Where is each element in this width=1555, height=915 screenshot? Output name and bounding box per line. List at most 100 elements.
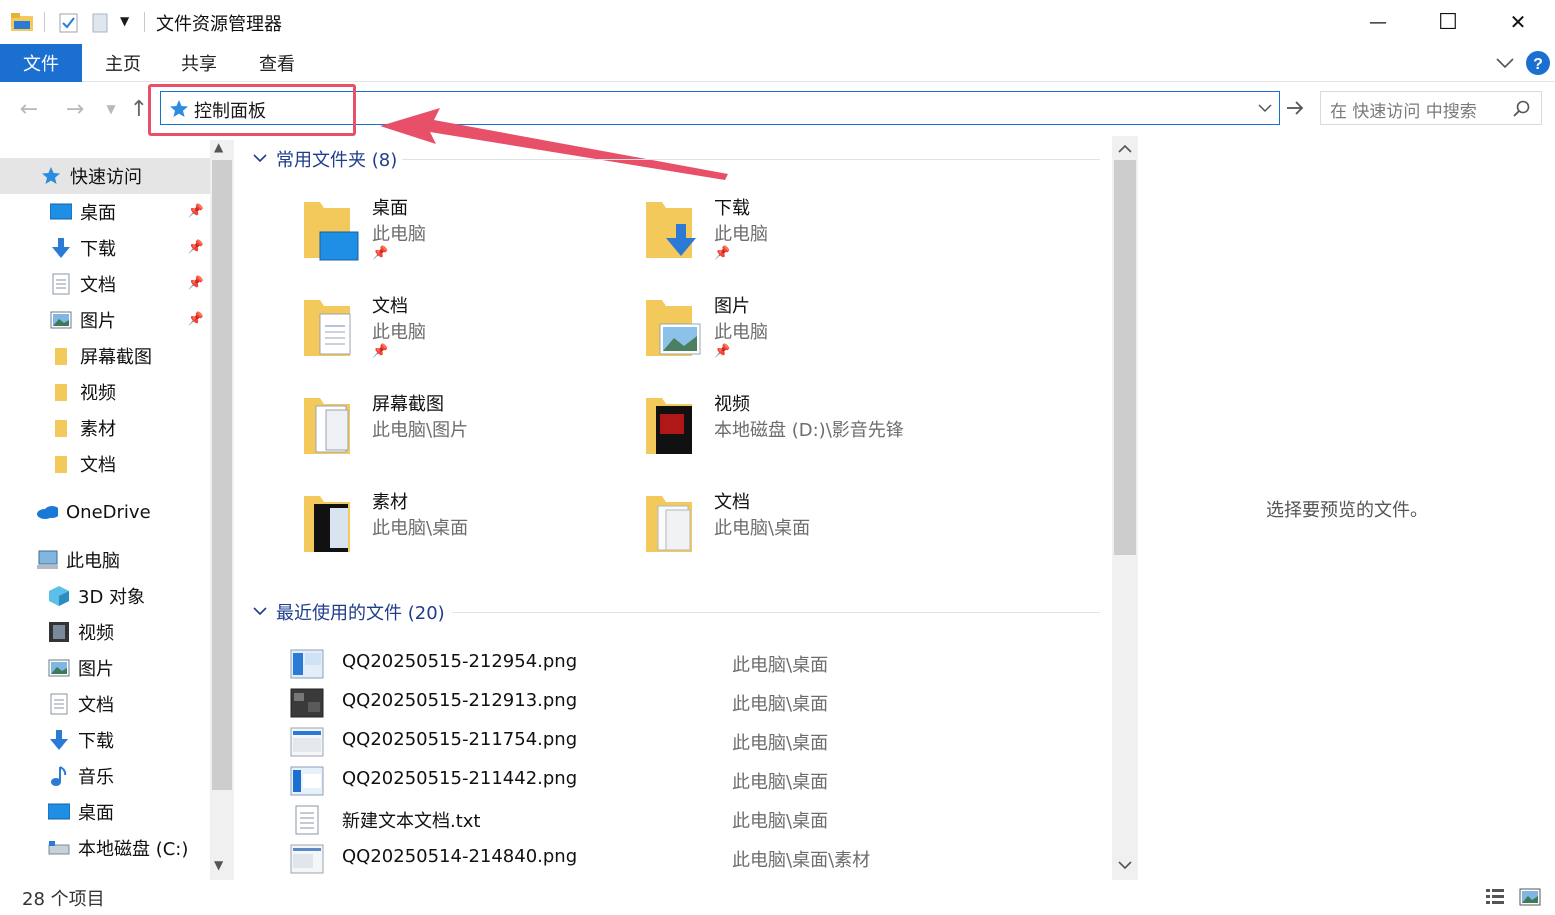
go-arrow-icon[interactable]	[1284, 97, 1306, 119]
recent-file-row[interactable]: QQ20250515-212954.png 此电脑\桌面	[290, 645, 1080, 681]
sidebar-item-folder[interactable]: 文档	[0, 446, 210, 482]
details-view-icon[interactable]	[1484, 886, 1506, 908]
explorer-app-icon[interactable]	[10, 12, 34, 32]
customize-quick-access-chevron-icon[interactable]: ▼	[120, 14, 129, 28]
sidebar-item-downloads[interactable]: 下载 📌	[0, 230, 210, 266]
picture-icon	[48, 657, 70, 679]
pin-icon[interactable]: 📌	[188, 240, 204, 255]
help-icon[interactable]: ?	[1525, 50, 1551, 76]
downloads-folder-icon	[646, 202, 696, 258]
folder-location: 此电脑\图片	[372, 420, 469, 441]
new-folder-icon[interactable]	[90, 12, 112, 34]
forward-arrow-icon[interactable]: →	[62, 96, 88, 122]
folder-tile-downloads[interactable]: 下载 此电脑 📌	[642, 194, 962, 284]
pin-icon[interactable]: 📌	[188, 276, 204, 291]
sidebar-item-onedrive[interactable]: OneDrive	[0, 494, 210, 530]
folder-tile-screenshots[interactable]: 屏幕截图 此电脑\图片	[300, 390, 620, 480]
pin-icon[interactable]: 📌	[188, 312, 204, 327]
folder-tile-video[interactable]: 视频 本地磁盘 (D:)\影音先锋	[642, 390, 962, 480]
pin-icon: 📌	[714, 344, 731, 359]
sidebar-item-documents[interactable]: 文档	[0, 686, 210, 722]
recent-files-header[interactable]: 最近使用的文件 (20)	[252, 597, 445, 627]
close-button[interactable]: ✕	[1483, 0, 1553, 44]
sidebar-item-label: 素材	[80, 419, 116, 440]
sidebar-item-label: 快速访问	[70, 167, 142, 188]
sidebar-item-video[interactable]: 视频	[0, 614, 210, 650]
sidebar-item-label: 此电脑	[66, 551, 120, 572]
sidebar-item-label: 桌面	[80, 203, 116, 224]
title-bar: ▼ 文件资源管理器 — ☐ ✕	[0, 0, 1555, 44]
collapse-chevron-icon	[253, 154, 267, 163]
sidebar-item-folder[interactable]: 视频	[0, 374, 210, 410]
sidebar-item-pictures[interactable]: 图片 📌	[0, 302, 210, 338]
minimize-icon: —	[1369, 11, 1387, 33]
search-icon[interactable]	[1513, 100, 1531, 118]
recent-locations-chevron-icon[interactable]: ▼	[98, 96, 124, 122]
folder-tile-materials[interactable]: 素材 此电脑\桌面	[300, 488, 620, 578]
png-thumbnail-icon	[290, 766, 324, 796]
sidebar-item-label: 视频	[80, 383, 116, 404]
folder-name: 桌面	[372, 198, 408, 219]
folder-tile-documents-desktop[interactable]: 文档 此电脑\桌面	[642, 488, 962, 578]
properties-icon[interactable]	[58, 12, 80, 34]
item-count: 28 个项目	[22, 889, 105, 910]
sidebar-item-local-disk-c[interactable]: 本地磁盘 (C:)	[0, 830, 210, 866]
address-dropdown-chevron-icon[interactable]	[1257, 103, 1273, 115]
sidebar-item-3d-objects[interactable]: 3D 对象	[0, 578, 210, 614]
folder-tile-pictures[interactable]: 图片 此电脑 📌	[642, 292, 962, 382]
folder-location: 此电脑	[372, 224, 426, 245]
group-divider	[452, 612, 1100, 613]
folder-name: 文档	[714, 492, 750, 513]
music-icon	[48, 765, 70, 787]
recent-file-row[interactable]: QQ20250515-212913.png 此电脑\桌面	[290, 684, 1080, 720]
recent-file-row[interactable]: QQ20250514-214840.png 此电脑\桌面\素材	[290, 840, 1080, 876]
sidebar-item-this-pc[interactable]: 此电脑	[0, 542, 210, 578]
file-location: 此电脑\桌面	[732, 655, 829, 676]
sidebar-item-downloads[interactable]: 下载	[0, 722, 210, 758]
expand-ribbon-chevron-icon[interactable]	[1495, 56, 1515, 70]
search-input[interactable]: 在 快速访问 中搜索	[1320, 91, 1542, 125]
folder-name: 视频	[714, 394, 750, 415]
file-name: QQ20250515-211754.png	[342, 729, 578, 750]
video-icon	[48, 621, 70, 643]
large-icons-view-icon[interactable]	[1518, 886, 1542, 908]
sidebar-item-folder[interactable]: 素材	[0, 410, 210, 446]
sidebar-item-quick-access[interactable]: 快速访问	[0, 158, 210, 194]
sidebar-item-desktop[interactable]: 桌面 📌	[0, 194, 210, 230]
tab-view[interactable]: 查看	[246, 44, 308, 82]
folder-location: 此电脑	[714, 322, 768, 343]
tab-file[interactable]: 文件	[0, 44, 82, 82]
maximize-icon: ☐	[1438, 9, 1458, 35]
sidebar-item-pictures[interactable]: 图片	[0, 650, 210, 686]
sidebar-item-label: 视频	[78, 623, 114, 644]
maximize-button[interactable]: ☐	[1413, 0, 1483, 44]
desktop-icon	[50, 201, 72, 223]
folder-tile-documents[interactable]: 文档 此电脑 📌	[300, 292, 620, 382]
minimize-button[interactable]: —	[1343, 0, 1413, 44]
file-location: 此电脑\桌面	[732, 772, 829, 793]
quick-access-star-icon	[40, 165, 62, 187]
download-icon	[48, 729, 70, 751]
recent-file-row[interactable]: 新建文本文档.txt 此电脑\桌面	[290, 801, 1080, 837]
recent-file-row[interactable]: QQ20250515-211754.png 此电脑\桌面	[290, 723, 1080, 759]
sidebar-scroll-up-icon[interactable]: ▲	[214, 140, 223, 154]
tab-share[interactable]: 共享	[168, 44, 230, 82]
frequent-folders-header[interactable]: 常用文件夹 (8)	[252, 144, 397, 174]
back-arrow-icon[interactable]: ←	[16, 96, 42, 122]
window-title: 文件资源管理器	[156, 14, 282, 35]
tab-home[interactable]: 主页	[92, 44, 154, 82]
content-scrollbar-thumb[interactable]	[1114, 160, 1136, 555]
sidebar-item-desktop[interactable]: 桌面	[0, 794, 210, 830]
sidebar-item-folder[interactable]: 屏幕截图	[0, 338, 210, 374]
content-scroll-down-icon[interactable]	[1117, 860, 1133, 872]
recent-file-row[interactable]: QQ20250515-211442.png 此电脑\桌面	[290, 762, 1080, 798]
folder-tile-desktop[interactable]: 桌面 此电脑 📌	[300, 194, 620, 284]
highlight-annotation-box	[148, 84, 356, 136]
sidebar-scrollbar-thumb[interactable]	[212, 160, 232, 790]
group-title: 常用文件夹 (8)	[276, 150, 398, 171]
sidebar-item-music[interactable]: 音乐	[0, 758, 210, 794]
content-scroll-up-icon[interactable]	[1117, 142, 1133, 154]
sidebar-item-documents[interactable]: 文档 📌	[0, 266, 210, 302]
pin-icon[interactable]: 📌	[188, 204, 204, 219]
sidebar-scroll-down-icon[interactable]: ▼	[214, 858, 223, 872]
